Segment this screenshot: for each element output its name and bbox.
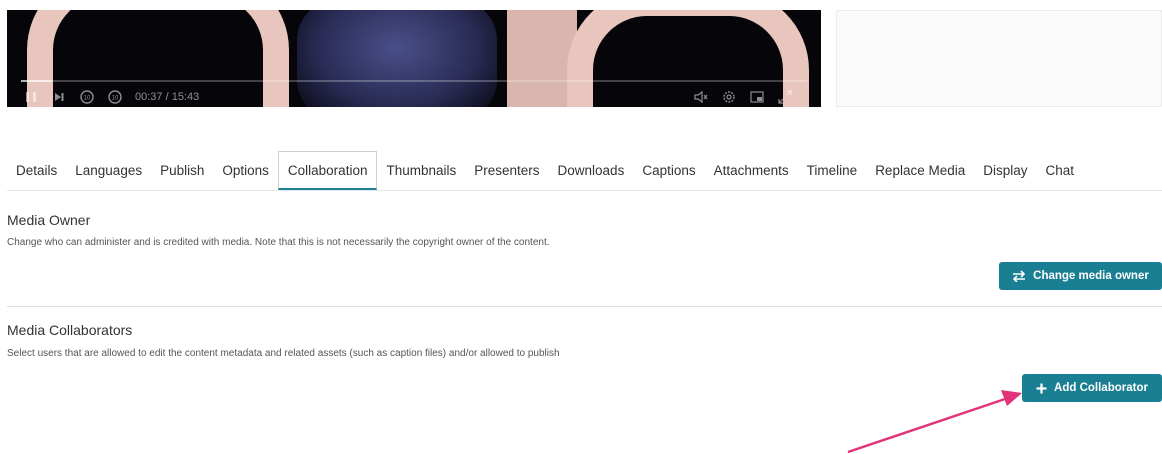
- rewind-10-icon[interactable]: 10: [79, 89, 95, 105]
- section-divider: [7, 306, 1162, 307]
- media-collaborators-description: Select users that are allowed to edit th…: [7, 348, 560, 359]
- tab-display[interactable]: Display: [974, 151, 1036, 190]
- fullscreen-icon[interactable]: [777, 89, 793, 105]
- progress-bar[interactable]: [21, 80, 807, 82]
- tab-presenters[interactable]: Presenters: [465, 151, 548, 190]
- tab-thumbnails[interactable]: Thumbnails: [377, 151, 465, 190]
- next-icon[interactable]: [51, 89, 67, 105]
- tab-details[interactable]: Details: [7, 151, 66, 190]
- tab-timeline[interactable]: Timeline: [798, 151, 867, 190]
- tab-replace-media[interactable]: Replace Media: [866, 151, 974, 190]
- tab-captions[interactable]: Captions: [633, 151, 704, 190]
- tab-downloads[interactable]: Downloads: [549, 151, 634, 190]
- change-media-owner-button[interactable]: Change media owner: [999, 262, 1162, 290]
- svg-text:10: 10: [84, 96, 91, 102]
- add-collaborator-label: Add Collaborator: [1054, 382, 1148, 394]
- tab-options[interactable]: Options: [213, 151, 278, 190]
- tab-languages[interactable]: Languages: [66, 151, 151, 190]
- tab-publish[interactable]: Publish: [151, 151, 213, 190]
- mute-icon[interactable]: [693, 89, 709, 105]
- svg-text:10: 10: [112, 96, 119, 102]
- tab-attachments[interactable]: Attachments: [705, 151, 798, 190]
- video-player[interactable]: 10 10 00:37 / 15:43: [7, 10, 821, 107]
- swap-arrows-icon: [1012, 270, 1026, 282]
- media-owner-title: Media Owner: [7, 212, 91, 228]
- media-collaborators-title: Media Collaborators: [7, 322, 133, 338]
- plus-icon: [1036, 383, 1047, 394]
- time-display: 00:37 / 15:43: [135, 91, 200, 103]
- forward-10-icon[interactable]: 10: [107, 89, 123, 105]
- settings-gear-icon[interactable]: [721, 89, 737, 105]
- add-collaborator-button[interactable]: Add Collaborator: [1022, 374, 1162, 402]
- media-owner-description: Change who can administer and is credite…: [7, 237, 550, 248]
- tab-chat[interactable]: Chat: [1037, 151, 1084, 190]
- edit-tabs: Details Languages Publish Options Collaborat…: [7, 150, 1162, 191]
- tab-collaboration[interactable]: Collaboration: [277, 151, 378, 190]
- side-panel: [836, 10, 1162, 107]
- player-controls: 10 10 00:37 / 15:43: [23, 88, 805, 106]
- picture-in-picture-icon[interactable]: [749, 89, 765, 105]
- pause-icon[interactable]: [23, 89, 39, 105]
- progress-fill: [21, 80, 53, 82]
- change-media-owner-label: Change media owner: [1033, 270, 1149, 282]
